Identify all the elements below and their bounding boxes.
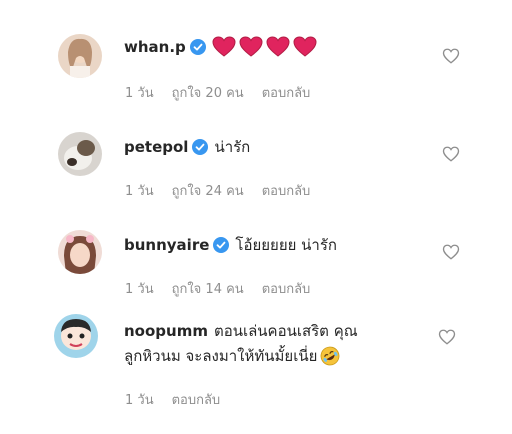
reply-button[interactable]: ตอบกลับ (262, 278, 311, 299)
comment-time: 1 วัน (125, 184, 154, 199)
comment-text: โอ้ยยยยย น่ารัก (235, 236, 337, 254)
comment-text: น่ารัก (214, 138, 251, 156)
rolling-laughing-face-emoji-icon (320, 346, 340, 366)
avatar[interactable] (54, 314, 98, 358)
username[interactable]: bunnyaire (124, 236, 209, 254)
like-count[interactable]: ถูกใจ 24 คน (172, 180, 244, 201)
comment-text-continued: ลูกหิวนม จะลงมาให้ทันมั้ยเนี่ย (124, 347, 318, 365)
red-heart-emoji-icon (266, 36, 290, 57)
heart-outline-icon[interactable] (442, 47, 460, 65)
red-heart-emoji-icon (239, 36, 263, 57)
reply-button[interactable]: ตอบกลับ (172, 389, 221, 410)
username[interactable]: petepol (124, 138, 188, 156)
avatar[interactable] (58, 132, 102, 176)
like-count[interactable]: ถูกใจ 20 คน (172, 82, 244, 103)
comment-time: 1 วัน (125, 282, 154, 297)
red-heart-emoji-icon (293, 36, 317, 57)
username[interactable]: whan.p (124, 38, 186, 56)
comment-emoji-hearts (212, 36, 317, 57)
username[interactable]: noopumm (124, 322, 208, 340)
heart-outline-icon[interactable] (442, 243, 460, 261)
verified-badge-icon (189, 38, 206, 55)
comment-text: ตอนเล่นคอนเสริต คุณ (213, 322, 358, 340)
comment-time: 1 วัน (125, 393, 154, 408)
comment-time: 1 วัน (125, 86, 154, 101)
verified-badge-icon (213, 237, 230, 253)
verified-badge-icon (192, 139, 209, 155)
reply-button[interactable]: ตอบกลับ (262, 82, 311, 103)
reply-button[interactable]: ตอบกลับ (262, 180, 311, 201)
avatar[interactable] (58, 230, 102, 274)
like-count[interactable]: ถูกใจ 14 คน (172, 278, 244, 299)
heart-outline-icon[interactable] (438, 328, 456, 346)
red-heart-emoji-icon (212, 36, 236, 57)
heart-outline-icon[interactable] (442, 145, 460, 163)
avatar[interactable] (58, 34, 102, 78)
